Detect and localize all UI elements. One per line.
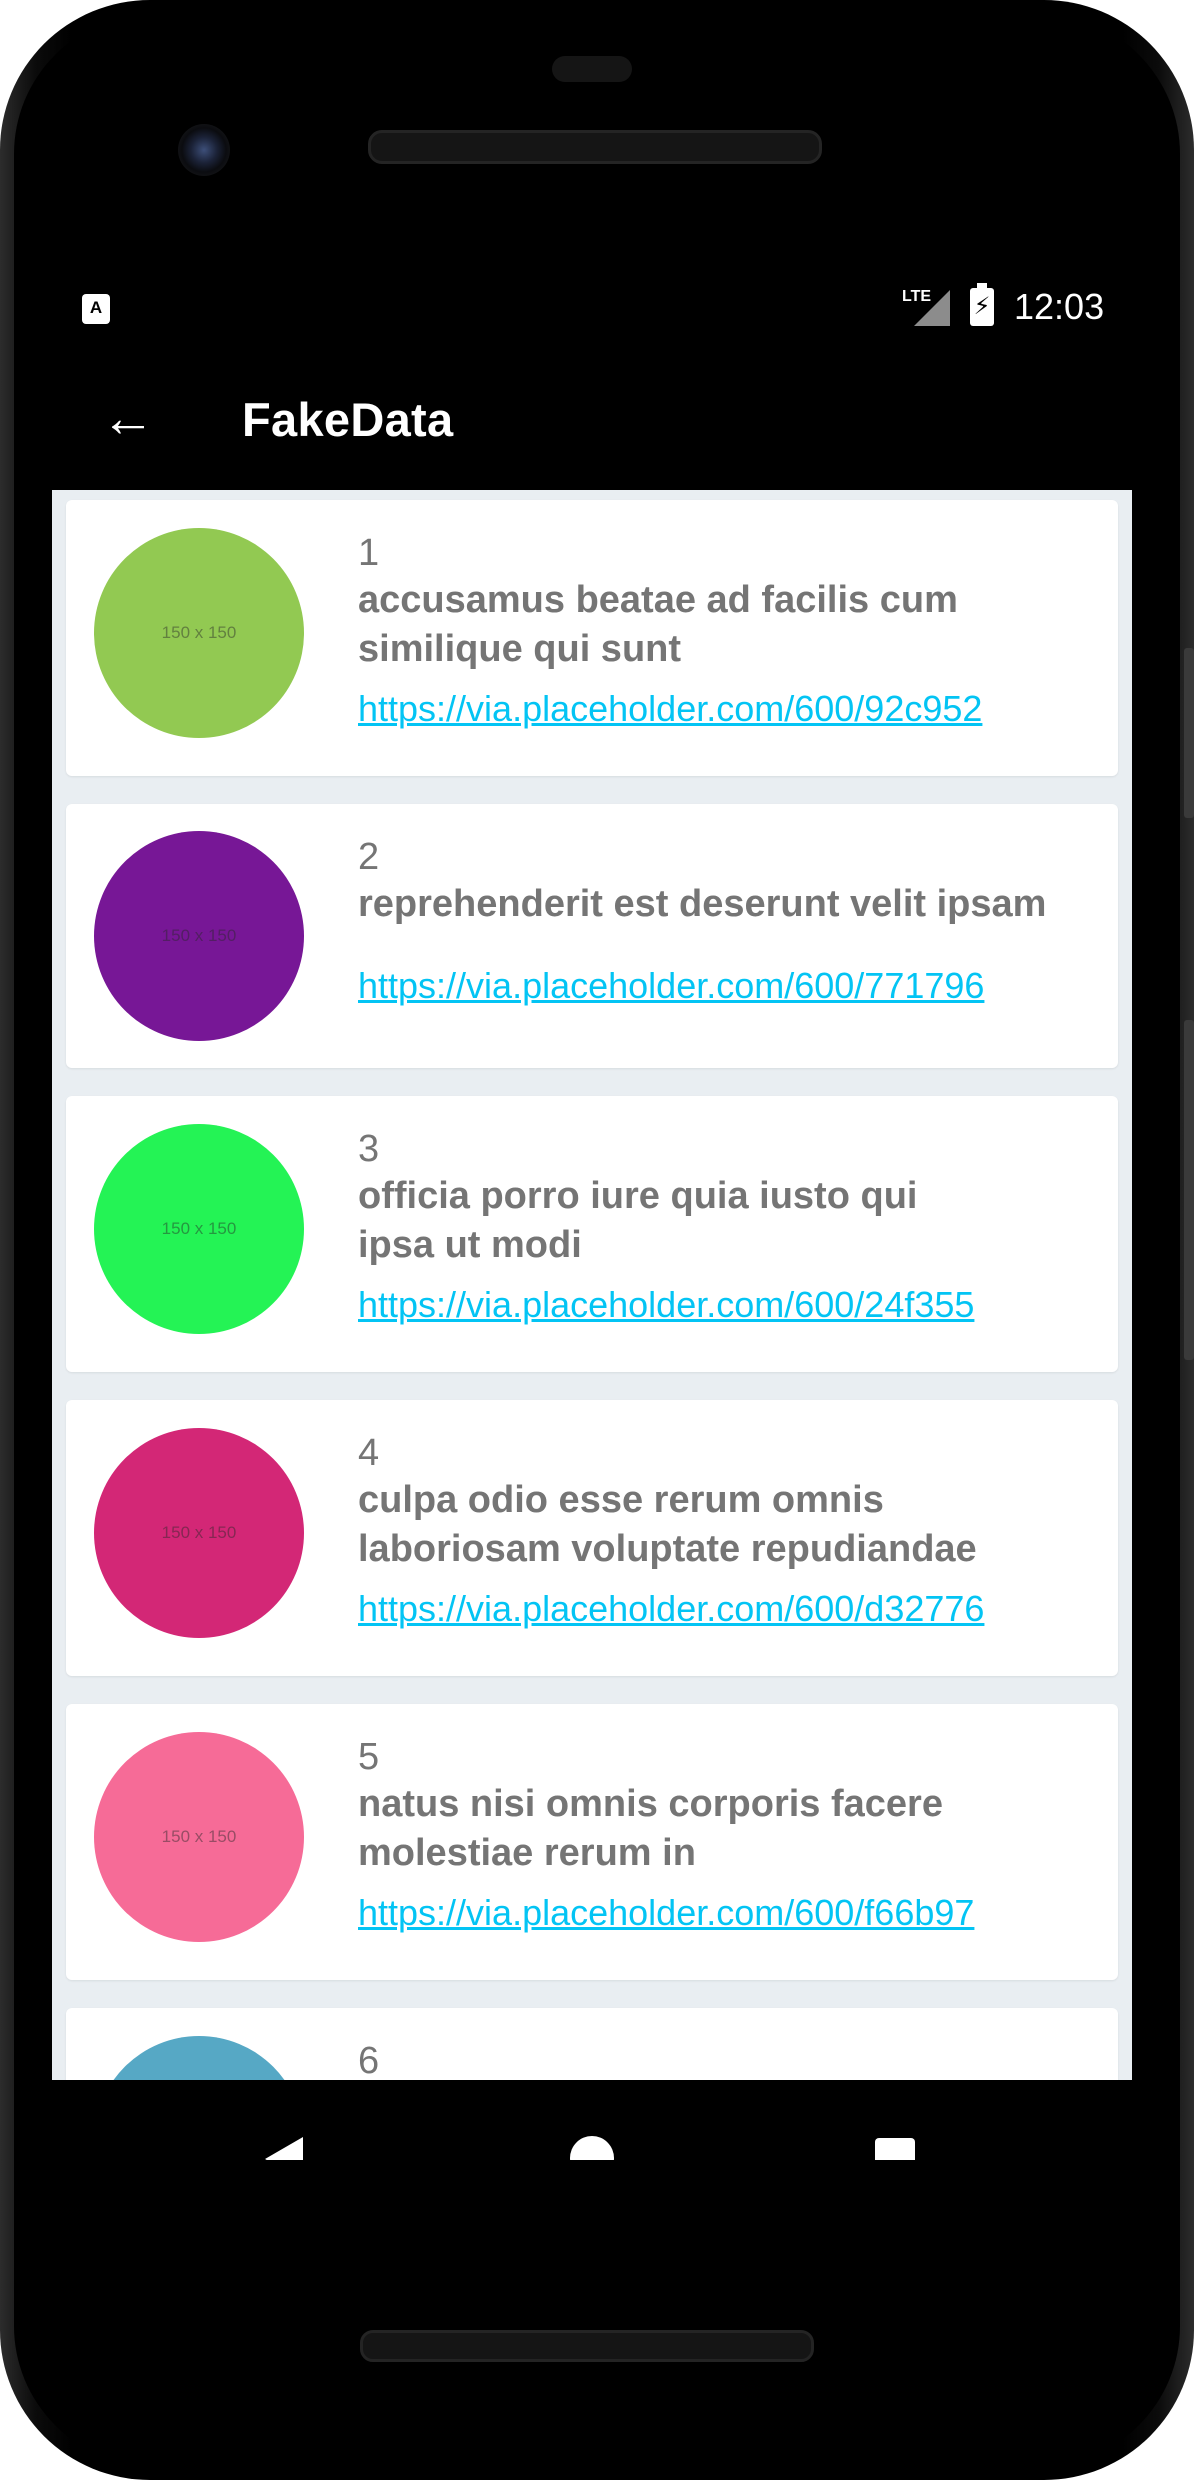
item-id: 2 <box>358 836 380 878</box>
list-item[interactable]: 150 x 150 4 culpa odio esse rerum omnis … <box>66 1400 1118 1676</box>
item-title: officia porro iure quia iusto qui ipsa u… <box>358 1175 918 1266</box>
item-url-link[interactable]: https://via.placeholder.com/600/24f355 <box>358 1282 974 1328</box>
item-title: reprehenderit est deserunt velit ipsam <box>358 883 1047 925</box>
bottom-speaker <box>360 2330 814 2362</box>
front-camera <box>178 124 230 176</box>
page-title: FakeData <box>242 393 454 446</box>
thumbnail-label <box>94 2036 304 2080</box>
thumbnail-image: 150 x 150 <box>94 528 304 738</box>
screen: A LTE ⚡ 12:03 ← FakeData 150 x 150 1 acc… <box>52 280 1132 2160</box>
lightning-bolt-icon: ⚡ <box>973 293 991 320</box>
item-url-link[interactable]: https://via.placeholder.com/600/d32776 <box>358 1586 984 1632</box>
item-url-link[interactable]: https://via.placeholder.com/600/771796 <box>358 963 984 1009</box>
status-time: 12:03 <box>1014 286 1105 327</box>
card-body: 1 accusamus beatae ad facilis cum simili… <box>358 530 1078 732</box>
list-item[interactable]: 6 <box>66 2008 1118 2080</box>
item-id: 4 <box>358 1432 380 1474</box>
power-button <box>1184 1020 1194 1360</box>
item-title: accusamus beatae ad facilis cum similiqu… <box>358 579 958 670</box>
volume-button <box>1184 648 1194 818</box>
a-letter-icon: A <box>82 294 110 324</box>
phone-frame: A LTE ⚡ 12:03 ← FakeData 150 x 150 1 acc… <box>0 0 1194 2480</box>
card-body: 6 <box>358 2038 1078 2080</box>
status-bar: A LTE ⚡ 12:03 <box>52 280 1132 344</box>
card-body: 3 officia porro iure quia iusto qui ipsa… <box>358 1126 1078 1328</box>
list-item[interactable]: 150 x 150 2 reprehenderit est deserunt v… <box>66 804 1118 1068</box>
item-url-link[interactable]: https://via.placeholder.com/600/f66b97 <box>358 1890 974 1936</box>
thumbnail-label: 150 x 150 <box>161 1523 237 1542</box>
thumbnail-label: 150 x 150 <box>161 1827 237 1846</box>
list-item[interactable]: 150 x 150 5 natus nisi omnis corporis fa… <box>66 1704 1118 1980</box>
circle-home-icon[interactable] <box>570 2136 614 2160</box>
item-id: 3 <box>358 1128 380 1170</box>
battery-charging-icon: ⚡ <box>970 283 994 326</box>
top-sensor-slot <box>552 56 632 82</box>
thumbnail-label: 150 x 150 <box>161 623 237 642</box>
thumbnail-image: 150 x 150 <box>94 1732 304 1942</box>
card-list: 150 x 150 1 accusamus beatae ad facilis … <box>66 500 1118 2080</box>
thumbnail-label: 150 x 150 <box>161 926 237 945</box>
earpiece-speaker <box>368 130 822 164</box>
app-bar: ← FakeData <box>52 344 1132 490</box>
card-body: 2 reprehenderit est deserunt velit ipsam… <box>358 834 1078 1009</box>
item-title: culpa odio esse rerum omnis laboriosam v… <box>358 1479 977 1570</box>
card-body: 5 natus nisi omnis corporis facere moles… <box>358 1734 1078 1936</box>
square-recents-icon[interactable] <box>875 2138 915 2160</box>
system-nav-bar <box>52 2080 1132 2160</box>
triangle-back-icon[interactable] <box>265 2137 303 2160</box>
item-url-link[interactable]: https://via.placeholder.com/600/92c952 <box>358 686 982 732</box>
thumbnail-image: 150 x 150 <box>94 1124 304 1334</box>
thumbnail-label: 150 x 150 <box>161 1219 237 1238</box>
arrow-left-icon[interactable]: ← <box>92 382 164 454</box>
item-title: natus nisi omnis corporis facere molesti… <box>358 1783 943 1874</box>
thumbnail-image <box>94 2036 304 2080</box>
photo-list[interactable]: 150 x 150 1 accusamus beatae ad facilis … <box>52 490 1132 2080</box>
list-item[interactable]: 150 x 150 3 officia porro iure quia iust… <box>66 1096 1118 1372</box>
card-body: 4 culpa odio esse rerum omnis laboriosam… <box>358 1430 1078 1632</box>
item-id: 1 <box>358 532 380 574</box>
list-item[interactable]: 150 x 150 1 accusamus beatae ad facilis … <box>66 500 1118 776</box>
thumbnail-image: 150 x 150 <box>94 1428 304 1638</box>
item-id: 5 <box>358 1736 380 1778</box>
item-id: 6 <box>358 2040 380 2080</box>
cell-signal-icon <box>914 290 950 326</box>
thumbnail-image: 150 x 150 <box>94 831 304 1041</box>
